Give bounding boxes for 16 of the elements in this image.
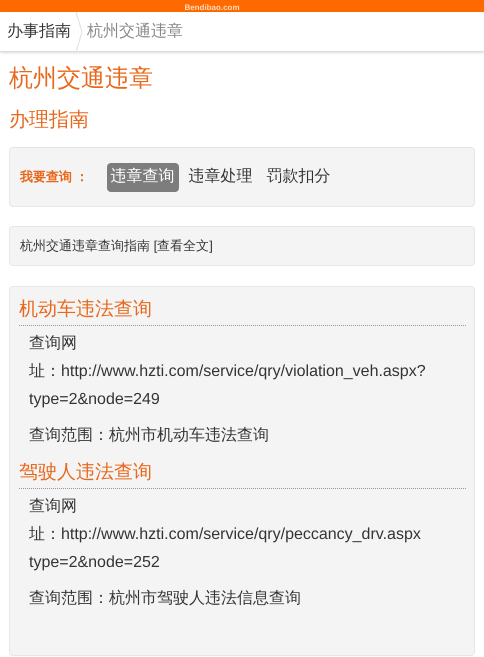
section-heading: 驾驶人违法查询 xyxy=(19,460,466,489)
query-tab[interactable]: 违章查询 xyxy=(106,162,179,192)
address-text: 查询网 址：http://www.hzti.com/service/qry/peccancy_drv.aspx type=2&node=252 xyxy=(29,496,421,573)
guide-text: 杭州交通违章查询指南 [查看全文] xyxy=(20,237,213,256)
scope-text: 查询范围：杭州市驾驶人违法信息查询 xyxy=(29,588,301,609)
address-text: 查询网 址：http://www.hzti.com/service/qry/violation_veh.aspx? type=2&node=249 xyxy=(29,334,426,410)
breadcrumb-link[interactable]: 办事指南 xyxy=(7,20,71,44)
section-heading: 机动车违法查询 xyxy=(19,297,466,326)
query-tab[interactable]: 违章处理 xyxy=(184,162,257,192)
read-more-link[interactable]: [查看全文] xyxy=(154,238,213,254)
section-title: 办理指南 xyxy=(9,108,90,133)
page-title: 杭州交通违章 xyxy=(9,64,154,94)
breadcrumb-link[interactable]: 杭州交通违章 xyxy=(87,20,183,44)
query-tab[interactable]: 罚款扣分 xyxy=(262,162,335,192)
query-label: 我要查询 ： xyxy=(20,168,89,186)
scope-text: 查询范围：杭州市机动车违法查询 xyxy=(29,426,269,446)
